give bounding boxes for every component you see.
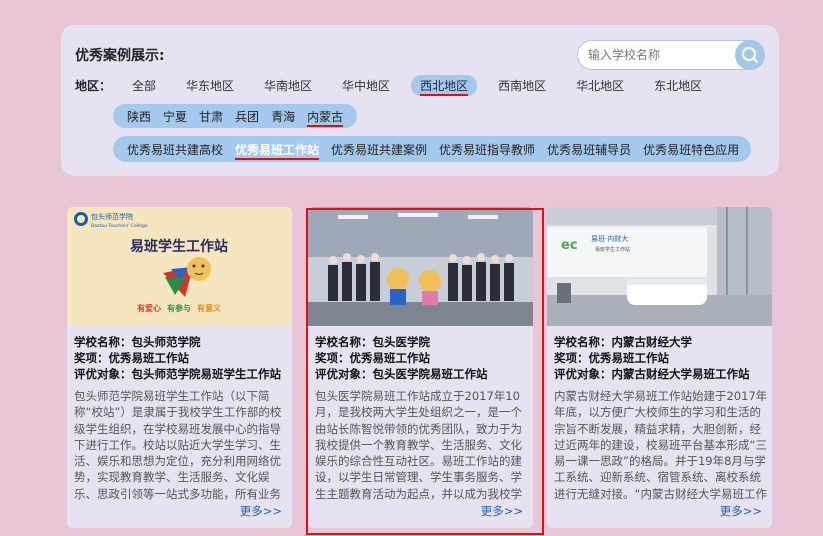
- award-name: 奖项：优秀易班工作站: [554, 351, 669, 365]
- banner-text: 易班学生工作站: [130, 238, 228, 255]
- province-bingtuan[interactable]: 兵团: [229, 108, 265, 125]
- province-shaanxi[interactable]: 陕西: [121, 108, 157, 125]
- school-logo-text: 包头师范学院: [91, 212, 133, 221]
- region-label: 地区：: [75, 78, 112, 93]
- region-central-china[interactable]: 华中地区: [333, 75, 399, 96]
- case-description: 内蒙古财经大学易班工作站始建于2017年年底，以方便广大校师生的学习和生活的宗旨…: [554, 389, 768, 501]
- wall-text: 易班·内财大: [591, 234, 628, 243]
- case-card-meta: 学校名称：内蒙古财经大学 奖项：优秀易班工作站 评优对象：内蒙古财经大学易班工作…: [554, 334, 767, 382]
- province-inner-mongolia[interactable]: 内蒙古: [301, 108, 349, 127]
- province-ningxia[interactable]: 宁夏: [157, 108, 193, 125]
- case-description: 包头医学院易班工作站成立于2017年10月，是我校两大学生处组织之一，是一个由站…: [315, 389, 522, 501]
- category-instructors[interactable]: 优秀易班指导教师: [433, 141, 541, 158]
- category-joint-universities[interactable]: 优秀易班共建高校: [121, 141, 229, 158]
- category-featured-apps[interactable]: 优秀易班特色应用: [637, 141, 745, 158]
- slogan-1: 有爱心: [137, 303, 161, 313]
- wall-subtext: 易班学生工作站: [595, 246, 630, 253]
- award-name: 奖项：优秀易班工作站: [315, 351, 430, 365]
- school-logo-subtext: Baotou Teachers' College: [91, 223, 148, 229]
- region-filter: 地区： 全部 华东地区 华南地区 华中地区 西北地区 西南地区 华北地区 东北地…: [75, 74, 723, 96]
- case-card-meta: 学校名称：包头医学院 奖项：优秀易班工作站 评优对象：包头医学院易班工作站: [315, 334, 528, 382]
- region-northwest[interactable]: 西北地区: [411, 74, 478, 96]
- case-card-baotou-medical[interactable]: 学校名称：包头医学院 奖项：优秀易班工作站 评优对象：包头医学院易班工作站 包头…: [308, 207, 533, 528]
- award-target: 评优对象：包头师范学院易班学生工作站: [74, 367, 281, 381]
- province-qinghai[interactable]: 青海: [265, 108, 301, 125]
- category-counselors[interactable]: 优秀易班辅导员: [541, 141, 637, 158]
- panel-title: 优秀案例展示:: [75, 48, 165, 64]
- case-card-baotou-teachers[interactable]: 包头师范学院 Baotou Teachers' College 易班学生工作站 …: [67, 207, 292, 528]
- school-name: 学校名称：内蒙古财经大学: [554, 335, 692, 349]
- category-joint-cases[interactable]: 优秀易班共建案例: [325, 141, 433, 158]
- region-northeast[interactable]: 东北地区: [645, 75, 711, 96]
- school-search: [577, 40, 765, 70]
- case-card-meta: 学校名称：包头师范学院 奖项：优秀易班工作站 评优对象：包头师范学院易班学生工作…: [74, 334, 287, 382]
- case-card-image: [308, 207, 533, 326]
- province-gansu[interactable]: 甘肃: [193, 108, 229, 125]
- category-workstation[interactable]: 优秀易班工作站: [229, 141, 325, 160]
- case-card-image: 包头师范学院 Baotou Teachers' College 易班学生工作站 …: [67, 207, 292, 326]
- province-inner-mongolia-label: 内蒙古: [307, 109, 344, 127]
- award-target: 评优对象：包头医学院易班工作站: [315, 367, 488, 381]
- slogan-2: 有参与: [167, 303, 191, 313]
- school-name: 学校名称：包头医学院: [315, 335, 430, 349]
- school-name: 学校名称：包头师范学院: [74, 335, 201, 349]
- region-all[interactable]: 全部: [123, 75, 165, 96]
- slogan-3: 有意义: [197, 303, 222, 313]
- search-icon: [742, 47, 758, 63]
- region-northwest-label: 西北地区: [420, 78, 469, 96]
- svg-text:ec: ec: [561, 238, 578, 253]
- province-filter: 陕西 宁夏 甘肃 兵团 青海 内蒙古: [113, 104, 358, 128]
- case-description: 包头师范学院易班学生工作站（以下简称“校站”）是隶属于我校学生工作部的校级学生组…: [74, 389, 282, 501]
- region-north-china[interactable]: 华北地区: [567, 75, 633, 96]
- award-target: 评优对象：内蒙古财经大学易班工作站: [554, 367, 750, 381]
- case-card-image: ec 易班·内财大 易班学生工作站: [547, 207, 772, 326]
- more-link[interactable]: 更多>>: [720, 503, 762, 519]
- category-workstation-label: 优秀易班工作站: [235, 142, 320, 160]
- more-link[interactable]: 更多>>: [481, 503, 523, 519]
- case-filter-panel: 优秀案例展示: 地区： 全部 华东地区 华南地区 华中地区 西北地区 西南地区 …: [61, 25, 779, 176]
- region-southwest[interactable]: 西南地区: [489, 75, 555, 96]
- school-search-input[interactable]: [588, 41, 728, 69]
- category-filter: 优秀易班共建高校 优秀易班工作站 优秀易班共建案例 优秀易班指导教师 优秀易班辅…: [113, 136, 751, 162]
- region-south-china[interactable]: 华南地区: [255, 75, 321, 96]
- award-name: 奖项：优秀易班工作站: [74, 351, 189, 365]
- search-button[interactable]: [735, 40, 765, 70]
- region-east-china[interactable]: 华东地区: [177, 75, 243, 96]
- case-card-imufe[interactable]: ec 易班·内财大 易班学生工作站 学校名称：内蒙古财经大学 奖项：优秀易班工作…: [547, 207, 772, 528]
- more-link[interactable]: 更多>>: [240, 503, 282, 519]
